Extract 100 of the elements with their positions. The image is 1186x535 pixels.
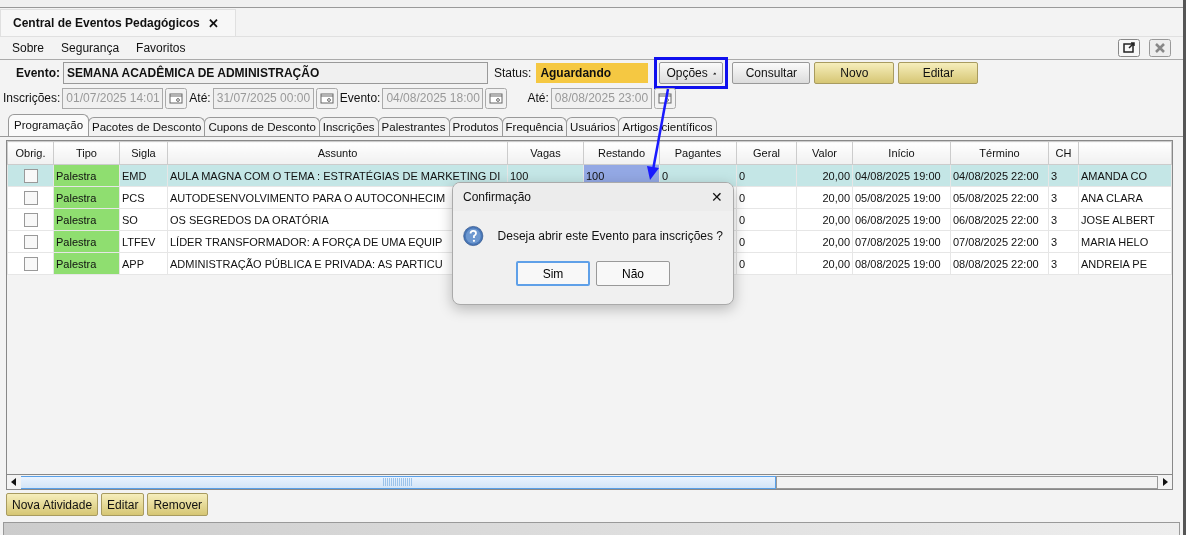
checkbox[interactable] [23,212,38,227]
table-cell: ANA CLARA [1081,191,1143,204]
options-menu-button[interactable]: Opções [659,62,724,84]
table-cell: 3 [1051,169,1058,182]
table-cell: PCS [122,191,145,204]
status-label: Status: [494,66,532,80]
dialog-title: Confirmação [463,190,532,204]
table-cell: MARIA HELO [1081,235,1149,248]
popout-icon[interactable] [1118,39,1140,57]
table-cell: 3 [1051,235,1058,248]
toolbar-button[interactable]: Consultar [732,62,811,84]
table-cell: SO [122,213,138,226]
column-header[interactable]: Obrig. [7,141,54,165]
evento-field[interactable]: SEMANA ACADÊMICA DE ADMINISTRAÇÃO [63,62,488,84]
table-cell: ADMINISTRAÇÃO PÚBLICA E PRIVADA: AS PARTICU [170,257,443,270]
table-cell: ANDREIA PE [1081,257,1148,270]
table-cell: 20,00 [822,235,850,248]
table-cell: 07/08/2025 19:00 [855,235,941,248]
checkbox[interactable] [23,234,38,249]
toolbar-button[interactable]: Editar [898,62,979,84]
table-cell: 0 [739,235,746,248]
table-cell: AUTODESENVOLVIMENTO PARA O AUTOCONHECIM [170,191,446,204]
table-cell: 3 [1051,191,1058,204]
table-cell: 05/08/2025 19:00 [855,191,941,204]
table-cell: LÍDER TRANSFORMADOR: A FORÇA DE UMA EQUIP [170,235,443,248]
date-label: Até: [527,91,549,105]
tab[interactable]: Programação [8,114,90,136]
table-cell: Palestra [56,235,97,248]
column-header[interactable]: Sigla [119,141,168,165]
menu-item[interactable]: Segurança [61,41,120,55]
date-label: Evento: [339,91,381,105]
table-cell: LTFEV [122,235,156,248]
action-button[interactable]: Remover [147,493,209,516]
table-cell: 0 [739,213,746,226]
table-cell: 0 [739,191,746,204]
table-cell: 3 [1051,257,1058,270]
evento-label: Evento: [16,66,60,80]
table-cell: 05/08/2025 22:00 [953,191,1039,204]
table-cell: 0 [739,169,746,182]
table-cell: 06/08/2025 22:00 [953,213,1039,226]
table-cell: 04/08/2025 19:00 [855,169,941,182]
table-cell: 06/08/2025 19:00 [855,213,941,226]
column-header[interactable]: Valor [796,141,853,165]
checkbox[interactable] [23,168,38,183]
table-cell: 07/08/2025 22:00 [953,235,1039,248]
table-cell: APP [122,257,144,270]
table-cell: 100 [510,169,529,182]
column-header[interactable]: Tipo [53,141,120,165]
table-cell: 0 [739,257,746,270]
table-cell: AULA MAGNA COM O TEMA : ESTRATÉGIAS DE MARKETING DI [170,169,501,182]
column-header[interactable]: Geral [736,141,797,165]
table-cell: 08/08/2025 19:00 [855,257,941,270]
table-cell: Palestra [56,191,97,204]
table-cell: Palestra [56,257,97,270]
menu-item[interactable]: Sobre [12,41,45,55]
column-header[interactable]: Início [852,141,951,165]
dialog-message: Deseja abrir este Evento para inscrições ? [497,229,723,243]
scrollbar-thumb[interactable] [21,475,776,489]
checkbox[interactable] [23,256,38,271]
table-cell: OS SEGREDOS DA ORATÓRIA [170,213,329,226]
toolbar-button[interactable]: Novo [814,62,895,84]
date-label: Até: [189,91,211,105]
checkbox[interactable] [23,190,38,205]
table-cell: Palestra [56,213,97,226]
tab[interactable]: Inscrições [318,117,379,136]
table-cell: 08/08/2025 22:00 [953,257,1039,270]
column-header[interactable]: Término [950,141,1049,165]
column-header[interactable]: Vagas [507,141,584,165]
column-header[interactable]: Restando [583,141,660,165]
status-field: Aguardando [536,63,649,83]
dialog-button[interactable]: Sim [516,261,590,286]
table-cell: 3 [1051,213,1058,226]
tab[interactable]: Frequência [501,117,568,136]
close-icon[interactable] [1149,39,1171,57]
table-cell: JOSE ALBERT [1081,213,1155,226]
table-cell: EMD [122,169,147,182]
dialog-button[interactable]: Não [596,261,670,286]
close-icon[interactable]: ✕ [711,189,723,205]
table-cell: 20,00 [822,169,850,182]
table-cell: AMANDA CO [1081,169,1147,182]
action-button[interactable]: Editar [101,493,145,516]
column-header[interactable]: Pagantes [659,141,737,165]
tab[interactable]: Artigos científicos [618,117,717,136]
caret-icon [712,70,717,76]
table-cell: 20,00 [822,191,850,204]
menu-item[interactable]: Favoritos [136,41,186,55]
date-label: Inscrições: [3,91,61,105]
action-button[interactable]: Nova Atividade [6,493,99,516]
table-cell: 20,00 [822,257,850,270]
document-tab[interactable]: Central de Eventos Pedagógicos ✕ [0,9,236,36]
column-header[interactable]: Assunto [167,141,508,165]
table-cell: 0 [662,169,669,182]
table-cell: Palestra [56,169,97,182]
column-header[interactable]: CH [1048,141,1079,165]
table-cell: 100 [586,169,605,182]
document-title: Central de Eventos Pedagógicos [13,16,200,30]
close-tab-icon[interactable]: ✕ [207,15,219,31]
table-cell: 20,00 [822,213,850,226]
tab[interactable]: Cupons de Desconto [204,117,320,136]
table-cell: 04/08/2025 22:00 [953,169,1039,182]
